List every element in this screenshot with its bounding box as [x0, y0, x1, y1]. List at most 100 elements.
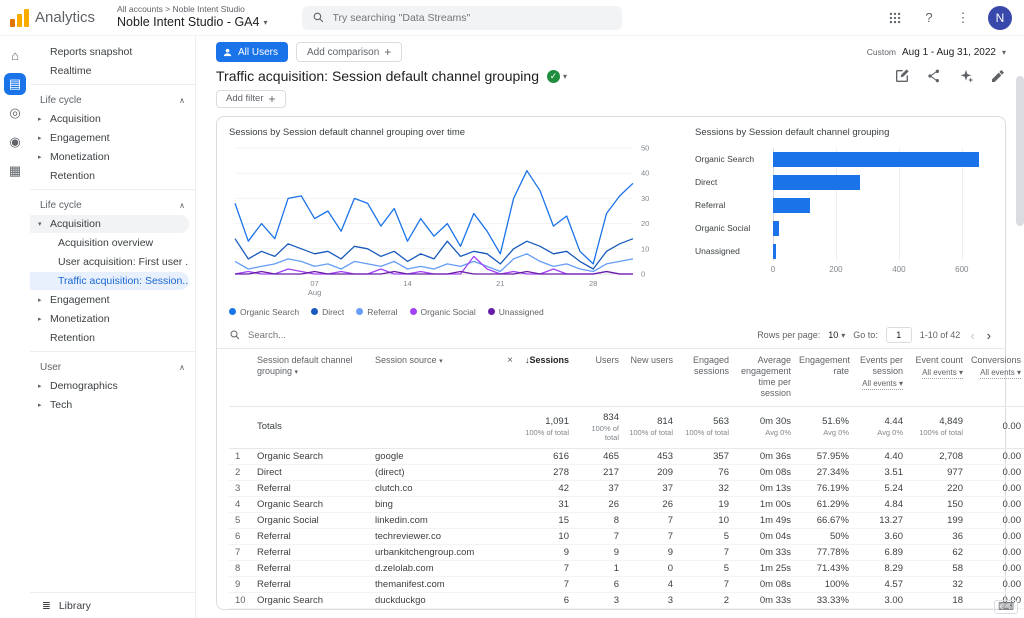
column-header-session-default-channel-grouping[interactable]: Session default channel grouping ▾ — [255, 348, 373, 407]
sidebar-item-monetization[interactable]: ▸ Monetization — [30, 148, 189, 166]
advertising-icon[interactable]: ◉ — [4, 131, 26, 153]
chevron-right-icon[interactable]: ▸ — [38, 134, 50, 142]
chevron-down-icon[interactable]: ▾ — [295, 369, 299, 376]
explore-icon[interactable]: ◎ — [4, 102, 26, 124]
chevron-right-icon[interactable]: ▸ — [38, 401, 50, 409]
chevron-right-icon[interactable]: ▸ — [38, 382, 50, 390]
sidebar-item-user-acquisition-first-user[interactable]: User acquisition: First user .. — [30, 253, 189, 271]
configure-icon[interactable]: ▦ — [4, 160, 26, 182]
cell-channel: Organic Social — [255, 512, 373, 529]
collapse-icon[interactable]: ∧ — [179, 201, 185, 210]
sidebar-item-label: Acquisition — [50, 218, 101, 230]
date-range-picker[interactable]: Custom Aug 1 - Aug 31, 2022 ▾ — [867, 47, 1006, 58]
help-icon[interactable]: ? — [920, 9, 938, 27]
keyboard-icon[interactable]: ⌨ — [994, 600, 1018, 614]
legend-item-organic-search: Organic Search — [229, 307, 299, 317]
column-header-average-engagement-time-per-session[interactable]: Average engagement time per session — [735, 348, 797, 407]
sidebar-item-acquisition[interactable]: ▸ Acquisition — [30, 110, 189, 128]
global-search-input[interactable] — [332, 11, 573, 24]
bar-fill[interactable] — [773, 151, 979, 167]
column-header-session-source[interactable]: × Session source ▾ — [373, 348, 519, 407]
sidebar-item-acquisition[interactable]: ▾ Acquisition — [30, 215, 189, 233]
column-header-engaged-sessions[interactable]: Engaged sessions — [679, 348, 735, 407]
sidebar-item-engagement[interactable]: ▸ Engagement — [30, 129, 189, 147]
chevron-down-icon[interactable]: ▾ — [563, 72, 567, 81]
global-search[interactable] — [301, 5, 622, 30]
bar-fill[interactable] — [773, 243, 777, 259]
data-quality-check-icon[interactable]: ✓ — [546, 69, 560, 83]
clear-filter-icon[interactable]: × — [507, 355, 513, 368]
sidebar-item-retention[interactable]: Retention — [30, 167, 189, 185]
prev-page-icon[interactable]: ‹ — [968, 328, 976, 343]
property-switcher[interactable]: All accounts > Noble Intent Studio Noble… — [117, 5, 267, 30]
avatar[interactable]: N — [988, 5, 1012, 30]
column-header-event-count[interactable]: Event count All events ▾ — [909, 348, 969, 407]
bar-fill[interactable] — [773, 197, 811, 213]
sidebar-item-engagement[interactable]: ▸ Engagement — [30, 291, 189, 309]
goto-page-input[interactable] — [885, 327, 912, 343]
sidebar-item-monetization[interactable]: ▸ Monetization — [30, 310, 189, 328]
chevron-right-icon[interactable]: ▸ — [38, 315, 50, 323]
bar-fill[interactable] — [773, 174, 861, 190]
more-vert-icon[interactable]: ⋮ — [954, 9, 972, 27]
sidebar-item-tech[interactable]: ▸ Tech — [30, 396, 189, 414]
sidebar-item-library[interactable]: ≣ Library — [30, 592, 195, 618]
sidebar-item-realtime[interactable]: Realtime — [30, 62, 189, 80]
cell-metric: 2,708 — [909, 448, 969, 465]
sidebar-item-retention[interactable]: Retention — [30, 329, 189, 347]
add-filter-button[interactable]: Add filter + — [216, 89, 286, 108]
column-header-engagement-rate[interactable]: Engagement rate — [797, 348, 855, 407]
cell-metric: 0m 08s — [735, 576, 797, 593]
cell-metric: 57.95% — [797, 448, 855, 465]
metric-event-selector[interactable]: All events ▾ — [862, 379, 903, 390]
analytics-logo-icon[interactable] — [10, 8, 29, 27]
column-header-users[interactable]: Users — [575, 348, 625, 407]
reports-icon[interactable]: ▤ — [4, 73, 26, 95]
chevron-down-icon[interactable]: ▾ — [263, 18, 267, 27]
add-comparison-button[interactable]: Add comparison + — [296, 42, 403, 62]
cell-metric: 3 — [575, 592, 625, 609]
rows-per-page-select[interactable]: 10 ▾ — [828, 330, 845, 340]
bar-fill[interactable] — [773, 220, 780, 236]
row-number: 1 — [229, 448, 255, 465]
insights-icon[interactable] — [958, 68, 974, 84]
chevron-right-icon[interactable]: ▸ — [38, 115, 50, 123]
chevron-right-icon[interactable]: ▸ — [38, 153, 50, 161]
chevron-right-icon[interactable]: ▸ — [38, 296, 50, 304]
table-head: Session default channel grouping ▾ × Sessi… — [229, 348, 1024, 407]
home-icon[interactable]: ⌂ — [4, 44, 26, 66]
sidebar-item-demographics[interactable]: ▸ Demographics — [30, 377, 189, 395]
column-label: Engagement rate — [799, 354, 851, 376]
column-header-sessions[interactable]: ↓Sessions — [519, 348, 575, 407]
apps-grid-icon[interactable] — [886, 9, 904, 27]
collapse-icon[interactable]: ∧ — [179, 363, 185, 372]
legend-label: Unassigned — [498, 306, 544, 317]
share-icon[interactable] — [926, 68, 942, 84]
metric-event-selector[interactable]: All events ▾ — [922, 368, 963, 379]
chevron-down-icon[interactable]: ▾ — [439, 358, 443, 365]
customize-report-icon[interactable] — [894, 68, 910, 84]
date-range-value: Aug 1 - Aug 31, 2022 — [902, 46, 996, 58]
collapse-icon[interactable]: ∧ — [179, 96, 185, 105]
bar-track — [773, 174, 987, 190]
sidebar-item-traffic-acquisition-session[interactable]: Traffic acquisition: Session... — [30, 272, 189, 290]
all-users-chip[interactable]: All Users — [216, 42, 289, 62]
cell-metric: 199 — [909, 512, 969, 529]
sidebar-item-label: Traffic acquisition: Session... — [58, 275, 189, 287]
metric-event-selector[interactable]: All events ▾ — [980, 368, 1021, 379]
sidebar-item-acquisition-overview[interactable]: Acquisition overview — [30, 234, 189, 252]
cell-metric: 33.33% — [797, 592, 855, 609]
sidebar-item-reports-snapshot[interactable]: Reports snapshot — [30, 43, 189, 61]
column-header-new-users[interactable]: New users — [625, 348, 679, 407]
scrollbar[interactable] — [1016, 76, 1024, 616]
next-page-icon[interactable]: › — [985, 328, 993, 343]
totals-label: Totals — [255, 406, 373, 449]
chevron-down-icon[interactable]: ▾ — [38, 220, 50, 228]
table-search-input[interactable] — [248, 329, 448, 341]
edit-icon[interactable] — [990, 68, 1006, 84]
table-search[interactable] — [229, 329, 757, 341]
column-header-events-per-session[interactable]: Events per session All events ▾ — [855, 348, 909, 407]
column-label: Users — [595, 354, 619, 365]
bar-category-label: Organic Social — [695, 223, 751, 233]
column-label: Average engagement time per session — [740, 354, 791, 399]
